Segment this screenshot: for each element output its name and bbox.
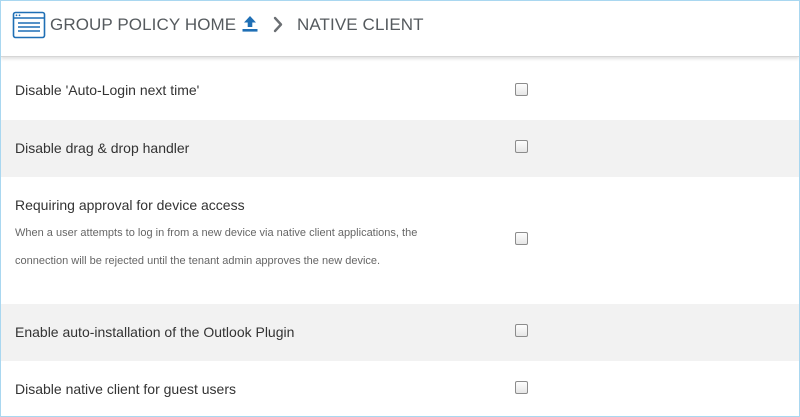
outlook-plugin-checkbox[interactable]: [515, 324, 528, 337]
device-approval-checkbox[interactable]: [515, 232, 528, 245]
setting-row-outlook-plugin: Enable auto-installation of the Outlook …: [1, 304, 799, 361]
upload-icon[interactable]: [240, 14, 260, 34]
setting-label: Requiring approval for device access: [15, 197, 245, 213]
setting-label: Disable drag & drop handler: [15, 140, 190, 156]
setting-description-line: When a user attempts to log in from a ne…: [15, 227, 418, 239]
disable-drag-drop-checkbox[interactable]: [515, 140, 528, 153]
app-window-icon: [12, 11, 46, 39]
disable-auto-login-checkbox[interactable]: [515, 83, 528, 96]
setting-label: Disable native client for guest users: [15, 381, 236, 397]
breadcrumb-current: NATIVE CLIENT: [297, 15, 424, 34]
setting-label: Enable auto-installation of the Outlook …: [15, 324, 295, 340]
setting-description-line: connection will be rejected until the te…: [15, 255, 381, 267]
setting-row-disable-drag-drop: Disable drag & drop handler: [1, 120, 799, 177]
chevron-right-icon: [273, 16, 283, 33]
setting-label: Disable 'Auto-Login next time': [15, 82, 200, 98]
setting-row-guest-native-client: Disable native client for guest users: [1, 361, 799, 416]
page-frame: GROUP POLICY HOME NATIVE CLIENT Disable …: [0, 0, 800, 417]
breadcrumb-header: GROUP POLICY HOME NATIVE CLIENT: [1, 1, 799, 57]
setting-row-device-approval: Requiring approval for device access Whe…: [1, 177, 799, 304]
setting-description: When a user attempts to log in from a ne…: [15, 219, 495, 275]
setting-row-disable-auto-login: Disable 'Auto-Login next time': [1, 62, 799, 120]
breadcrumb-home-link[interactable]: GROUP POLICY HOME: [50, 15, 236, 35]
guest-native-client-checkbox[interactable]: [515, 381, 528, 394]
settings-list: Disable 'Auto-Login next time' Disable d…: [1, 62, 799, 416]
